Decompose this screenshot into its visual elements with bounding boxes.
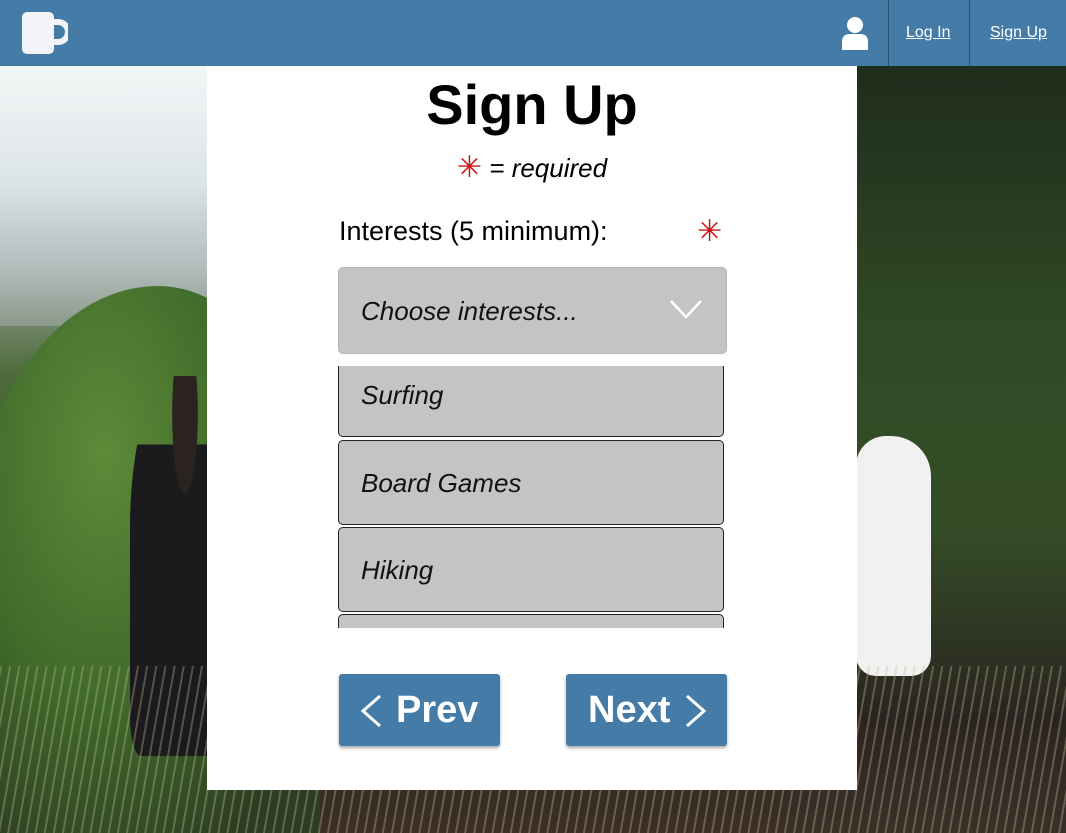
- user-icon[interactable]: [840, 16, 870, 50]
- prev-button-label: Prev: [396, 689, 479, 731]
- interests-placeholder: Choose interests...: [361, 296, 578, 326]
- interests-dropdown[interactable]: Choose interests...: [338, 267, 727, 354]
- chevron-left-icon: [360, 694, 381, 728]
- interest-option-label: Board Games: [361, 468, 522, 498]
- next-button-label: Next: [588, 689, 671, 731]
- signup-link[interactable]: Sign Up: [990, 24, 1047, 42]
- mug-logo-icon[interactable]: [22, 12, 68, 54]
- chevron-down-icon: [670, 300, 702, 319]
- nav-divider: [969, 0, 970, 66]
- signup-card: Sign Up ✳ = required Interests (5 minimu…: [207, 66, 857, 790]
- interest-option-hiking[interactable]: Hiking: [338, 527, 724, 612]
- background-person-right: [856, 436, 931, 676]
- chevron-right-icon: [686, 694, 707, 728]
- interest-option-board-games[interactable]: Board Games: [338, 440, 724, 525]
- required-legend-text: = required: [489, 153, 608, 183]
- required-star-icon: ✳: [456, 151, 483, 184]
- interest-option-label: Hiking: [361, 555, 434, 585]
- interest-option-surfing[interactable]: Surfing: [338, 366, 724, 437]
- interest-option-label: Surfing: [361, 380, 444, 410]
- top-navigation-bar: Log In Sign Up: [0, 0, 1066, 66]
- next-button[interactable]: Next: [566, 674, 727, 746]
- required-legend: ✳ = required: [207, 150, 857, 185]
- background-sky: [0, 66, 220, 326]
- interests-label: Interests (5 minimum):: [339, 216, 608, 246]
- nav-divider: [888, 0, 889, 66]
- prev-button[interactable]: Prev: [339, 674, 500, 746]
- interests-options-list[interactable]: Surfing Board Games Hiking: [338, 366, 726, 628]
- page-title: Sign Up: [426, 73, 638, 136]
- login-link[interactable]: Log In: [906, 24, 950, 42]
- interest-option-partial[interactable]: [338, 614, 724, 628]
- required-star-icon: ✳: [697, 215, 723, 248]
